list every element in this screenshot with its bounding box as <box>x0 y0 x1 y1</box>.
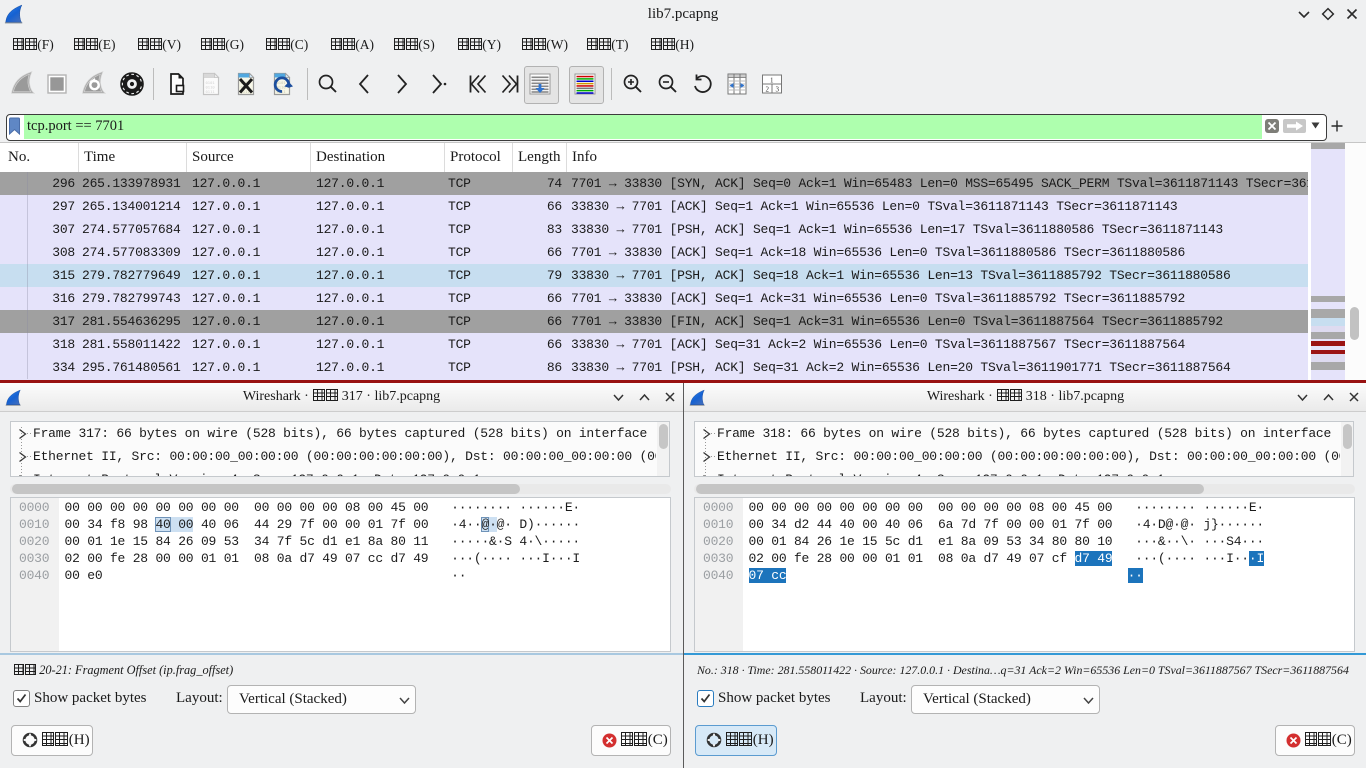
svg-text:2: 2 <box>766 86 770 94</box>
svg-text:1: 1 <box>770 77 774 85</box>
svg-text:3: 3 <box>776 86 780 94</box>
svg-text:0111: 0111 <box>206 89 216 94</box>
